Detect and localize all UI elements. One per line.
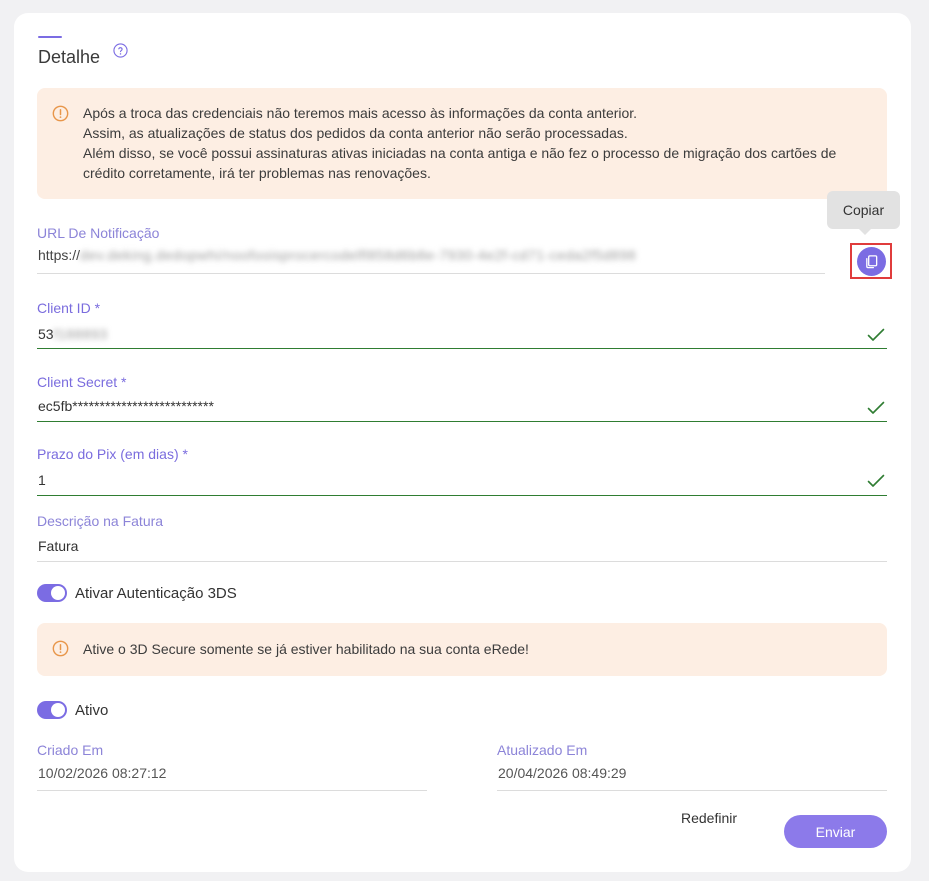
- page-title: Detalhe: [38, 47, 101, 67]
- warning-circle-icon: [52, 105, 69, 122]
- copy-button[interactable]: [857, 247, 886, 276]
- client-secret-label: Client Secret *: [37, 374, 127, 390]
- pix-deadline-underline: [37, 495, 887, 496]
- invoice-description-label: Descrição na Fatura: [37, 513, 164, 529]
- 3ds-warning-alert: Ative o 3D Secure somente se já estiver …: [37, 623, 887, 676]
- updated-at-value: 20/04/2026 08:49:29: [498, 765, 627, 781]
- submit-button[interactable]: Enviar: [784, 815, 887, 848]
- check-icon: [867, 328, 885, 341]
- 3ds-warning-text: Ative o 3D Secure somente se já estiver …: [83, 641, 529, 657]
- toggle-active-switch[interactable]: [37, 701, 67, 719]
- toggle-knob: [51, 586, 65, 600]
- client-secret-input[interactable]: ec5fb**************************: [38, 398, 214, 414]
- updated-at-field: Atualizado Em 20/04/2026 08:49:29: [497, 742, 887, 792]
- copy-icon: [866, 255, 878, 269]
- pix-deadline-input[interactable]: 1: [38, 472, 46, 488]
- client-id-input[interactable]: 53f188893: [38, 326, 108, 342]
- warning-line: crédito corretamente, irá ter problemas …: [83, 165, 431, 181]
- invoice-description-field: Descrição na Fatura Fatura: [37, 513, 887, 563]
- copy-button-highlight: [850, 243, 892, 279]
- pix-deadline-label: Prazo do Pix (em dias) *: [37, 446, 188, 462]
- toggle-3ds-row: Ativar Autenticação 3DS: [37, 584, 257, 604]
- credentials-warning-text: Após a troca das credenciais não teremos…: [83, 103, 863, 183]
- notification-url-underline: [37, 273, 825, 274]
- client-secret-underline: [37, 421, 887, 422]
- created-at-field: Criado Em 10/02/2026 08:27:12: [37, 742, 427, 792]
- detail-card: Detalhe Após a troca das credenciais não…: [14, 13, 911, 872]
- warning-circle-icon: [52, 640, 69, 657]
- notification-url-value[interactable]: https://dev.deking.dedopwhi/noofooisproc…: [38, 247, 636, 263]
- toggle-3ds-switch[interactable]: [37, 584, 67, 602]
- reset-button[interactable]: Redefinir: [681, 810, 737, 826]
- credentials-warning-alert: Após a troca das credenciais não teremos…: [37, 88, 887, 199]
- notification-url-prefix: https://: [38, 247, 81, 263]
- created-at-underline: [37, 790, 427, 791]
- warning-line: Após a troca das credenciais não teremos…: [83, 105, 638, 121]
- notification-url-masked: dev.deking.dedopwhi/noofooisprocercodelf…: [80, 247, 637, 263]
- client-id-field: Client ID * 53f188893: [37, 300, 887, 350]
- updated-at-underline: [497, 790, 887, 791]
- toggle-knob: [51, 703, 65, 717]
- client-id-underline: [37, 348, 887, 349]
- toggle-active-label: Ativo: [75, 702, 109, 719]
- check-icon: [867, 474, 885, 487]
- help-circle-icon[interactable]: [113, 43, 128, 58]
- warning-line: Além disso, se você possui assinaturas a…: [83, 145, 837, 161]
- created-at-value: 10/02/2026 08:27:12: [38, 765, 167, 781]
- pix-deadline-field: Prazo do Pix (em dias) * 1: [37, 446, 887, 496]
- created-at-label: Criado Em: [37, 742, 104, 758]
- copy-tooltip: Copiar: [827, 191, 900, 235]
- notification-url-label: URL De Notificação: [37, 225, 160, 241]
- toggle-3ds-label: Ativar Autenticação 3DS: [75, 585, 237, 602]
- title-accent-bar: [38, 36, 62, 38]
- client-id-visible: 53: [38, 326, 54, 342]
- notification-url-field: URL De Notificação https://dev.deking.de…: [37, 225, 825, 275]
- warning-line: Assim, as atualizações de status dos ped…: [83, 125, 628, 141]
- invoice-description-underline: [37, 561, 887, 562]
- client-id-masked: f188893: [53, 326, 108, 342]
- client-id-label: Client ID *: [37, 300, 101, 316]
- client-secret-field: Client Secret * ec5fb*******************…: [37, 374, 887, 424]
- check-icon: [867, 401, 885, 414]
- updated-at-label: Atualizado Em: [497, 742, 588, 758]
- invoice-description-input[interactable]: Fatura: [38, 538, 78, 554]
- toggle-active-row: Ativo: [37, 701, 157, 721]
